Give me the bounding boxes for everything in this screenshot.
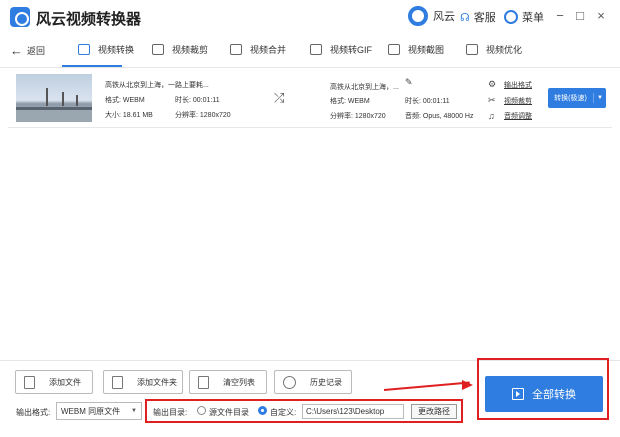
- source-file-name: 高铁从北京到上海，一路上要耗...: [105, 82, 209, 89]
- maximize-button[interactable]: □: [573, 8, 587, 23]
- annotation-arrow: [383, 381, 470, 391]
- file-list-row[interactable]: 高铁从北京到上海，一路上要耗... 格式: WEBM 时长: 00:01:11 …: [8, 70, 612, 128]
- app-title: 风云视频转换器: [36, 11, 142, 28]
- trash-icon: [198, 375, 209, 389]
- back-label: 返回: [27, 46, 46, 56]
- history-button[interactable]: 历史记录: [274, 370, 352, 394]
- target-audio: 音频: Opus, 48000 Hz: [405, 113, 474, 120]
- target-resolution: 分辨率: 1280x720: [330, 113, 386, 120]
- target-duration: 时长: 00:01:11: [405, 98, 450, 105]
- optimize-icon: [466, 44, 478, 55]
- chevron-down-icon: ▼: [131, 408, 137, 414]
- add-file-button[interactable]: 添加文件: [15, 370, 93, 394]
- support-button[interactable]: ☊ 客服: [460, 9, 496, 25]
- app-logo-icon: [10, 7, 30, 27]
- music-note-icon: ♫: [488, 111, 495, 121]
- back-button[interactable]: ← 返回: [10, 43, 45, 58]
- video-merge-icon: [230, 44, 242, 55]
- file-icon: [24, 375, 35, 389]
- edit-name-icon[interactable]: ✎: [405, 77, 413, 88]
- audio-adjust-option[interactable]: ♫ 音频调整: [488, 111, 532, 121]
- shuffle-icon: ⤮: [274, 90, 285, 105]
- source-directory-label: 源文件目录: [209, 408, 249, 417]
- convert-fast-button[interactable]: 转换(极速) ▼: [548, 88, 606, 108]
- menu-icon: [504, 10, 518, 24]
- tab-label: 视频转换: [98, 45, 135, 55]
- source-format: 格式: WEBM: [105, 97, 145, 104]
- tab-label: 视频合并: [250, 45, 287, 55]
- output-path-input[interactable]: [302, 404, 404, 419]
- folder-icon: [112, 375, 123, 389]
- annotation-arrow-head: [462, 380, 473, 390]
- nav-bar: ← 返回 视频转换 视频裁剪 视频合并 视频转GIF 视频截图 视频优化: [0, 34, 620, 68]
- output-directory-label: 输出目录:: [153, 408, 188, 417]
- custom-directory-radio[interactable]: [258, 406, 267, 415]
- back-arrow-icon: ←: [10, 43, 23, 58]
- tab-label: 视频截图: [408, 45, 445, 55]
- support-label: 客服: [473, 12, 496, 24]
- screenshot-icon: [388, 44, 400, 55]
- headset-icon: ☊: [460, 11, 470, 24]
- output-format-option[interactable]: ⚙ 输出格式: [488, 79, 532, 90]
- tab-video-gif[interactable]: 视频转GIF: [310, 43, 372, 56]
- play-icon: [512, 388, 524, 400]
- output-format-label: 输出格式:: [16, 408, 51, 417]
- source-resolution: 分辨率: 1280x720: [175, 112, 231, 119]
- tab-label: 视频裁剪: [172, 45, 209, 55]
- source-size: 大小: 18.61 MB: [105, 112, 153, 119]
- menu-button[interactable]: 菜单: [504, 9, 544, 25]
- custom-directory-label: 自定义:: [270, 408, 297, 417]
- target-file-name: 高铁从北京到上海，...: [330, 84, 399, 91]
- gif-icon: [310, 44, 322, 55]
- convert-all-highlight: 全部转换: [477, 358, 609, 420]
- source-directory-radio[interactable]: [197, 406, 206, 415]
- tab-label: 视频优化: [486, 45, 523, 55]
- menu-label: 菜单: [522, 12, 544, 24]
- scissors-icon: ✂: [488, 95, 496, 105]
- settings-icon: ⚙: [488, 79, 497, 89]
- brand-label: 风云: [433, 11, 455, 23]
- video-crop-option[interactable]: ✂ 视频裁剪: [488, 95, 532, 106]
- tab-video-screenshot[interactable]: 视频截图: [388, 43, 444, 56]
- video-convert-icon: [78, 44, 90, 55]
- tab-video-convert[interactable]: 视频转换: [78, 43, 134, 56]
- output-format-select[interactable]: WEBM 同原文件 ▼: [56, 402, 142, 420]
- add-folder-button[interactable]: 添加文件夹: [103, 370, 183, 394]
- output-directory-group: 输出目录: 源文件目录 自定义: 更改路径: [145, 399, 463, 423]
- convert-all-button[interactable]: 全部转换: [485, 376, 603, 412]
- chevron-down-icon[interactable]: ▼: [594, 95, 606, 101]
- clock-icon: [283, 375, 296, 389]
- video-crop-icon: [152, 44, 164, 55]
- close-button[interactable]: ×: [594, 8, 608, 23]
- fengyun-logo-icon: [408, 6, 428, 26]
- clear-list-button[interactable]: 清空列表: [189, 370, 267, 394]
- minimize-button[interactable]: −: [553, 8, 567, 23]
- video-thumbnail: [16, 74, 92, 122]
- title-bar: 风云视频转换器 风云 ☊ 客服 菜单 − □ ×: [0, 0, 620, 34]
- tab-video-merge[interactable]: 视频合并: [230, 43, 286, 56]
- target-format: 格式: WEBM: [330, 98, 370, 105]
- change-path-button[interactable]: 更改路径: [411, 404, 457, 419]
- brand-link[interactable]: 风云: [408, 6, 455, 26]
- tab-video-crop[interactable]: 视频裁剪: [152, 43, 208, 56]
- active-tab-indicator: [62, 65, 122, 67]
- source-duration: 时长: 00:01:11: [175, 97, 220, 104]
- tab-label: 视频转GIF: [330, 45, 372, 55]
- tab-video-optimize[interactable]: 视频优化: [466, 43, 522, 56]
